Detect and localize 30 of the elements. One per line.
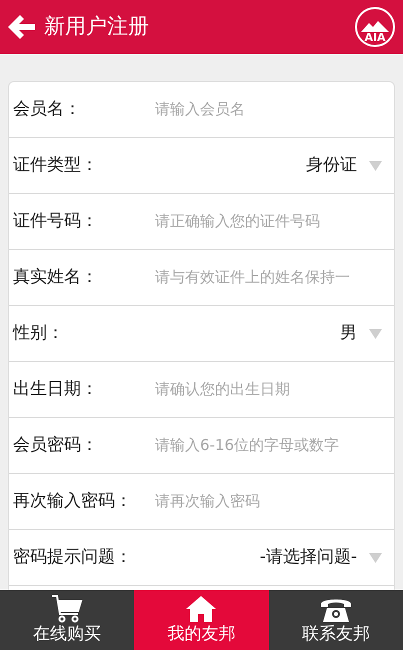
field-label: 密码提示问题：: [13, 546, 133, 569]
field-label: 性别：: [13, 322, 65, 345]
dropdown-triangle-icon: [369, 328, 382, 338]
input-field[interactable]: 请与有效证件上的姓名保持一: [155, 266, 382, 289]
field-label: 会员名：: [13, 98, 82, 121]
dropdown-triangle-icon: [369, 160, 382, 170]
mountain-icon: [361, 20, 389, 32]
field-label: 出生日期：: [13, 378, 99, 401]
field-label: 证件号码：: [13, 210, 99, 233]
dropdown-triangle-icon: [369, 552, 382, 562]
field-label: 真实姓名：: [13, 266, 99, 289]
dropdown[interactable]: 男: [155, 320, 382, 346]
field-label: 会员密码：: [13, 434, 99, 457]
cart-icon: [50, 594, 84, 624]
logo-text: AIA: [364, 32, 386, 43]
input-field[interactable]: 请输入6-16位的字母或数字: [155, 434, 382, 457]
dropdown[interactable]: 身份证: [155, 152, 382, 178]
input-field[interactable]: 请再次输入密码: [155, 490, 382, 513]
tab-item[interactable]: 我的友邦: [134, 590, 269, 650]
input-field[interactable]: 请确认您的出生日期: [155, 378, 382, 401]
input-field[interactable]: 请输入会员名: [155, 98, 382, 121]
dropdown[interactable]: -请选择问题-: [155, 544, 382, 570]
field-label: 证件类型：: [13, 154, 99, 177]
field-label: 再次输入密码：: [13, 490, 133, 513]
tab-item[interactable]: 联系友邦: [268, 590, 403, 650]
back-arrow-icon: [7, 14, 37, 40]
house-icon: [184, 594, 218, 624]
tab-item[interactable]: 在线购买: [0, 590, 134, 650]
input-field[interactable]: 请正确输入您的证件号码: [155, 210, 382, 233]
page-title: 新用户注册: [44, 13, 149, 40]
